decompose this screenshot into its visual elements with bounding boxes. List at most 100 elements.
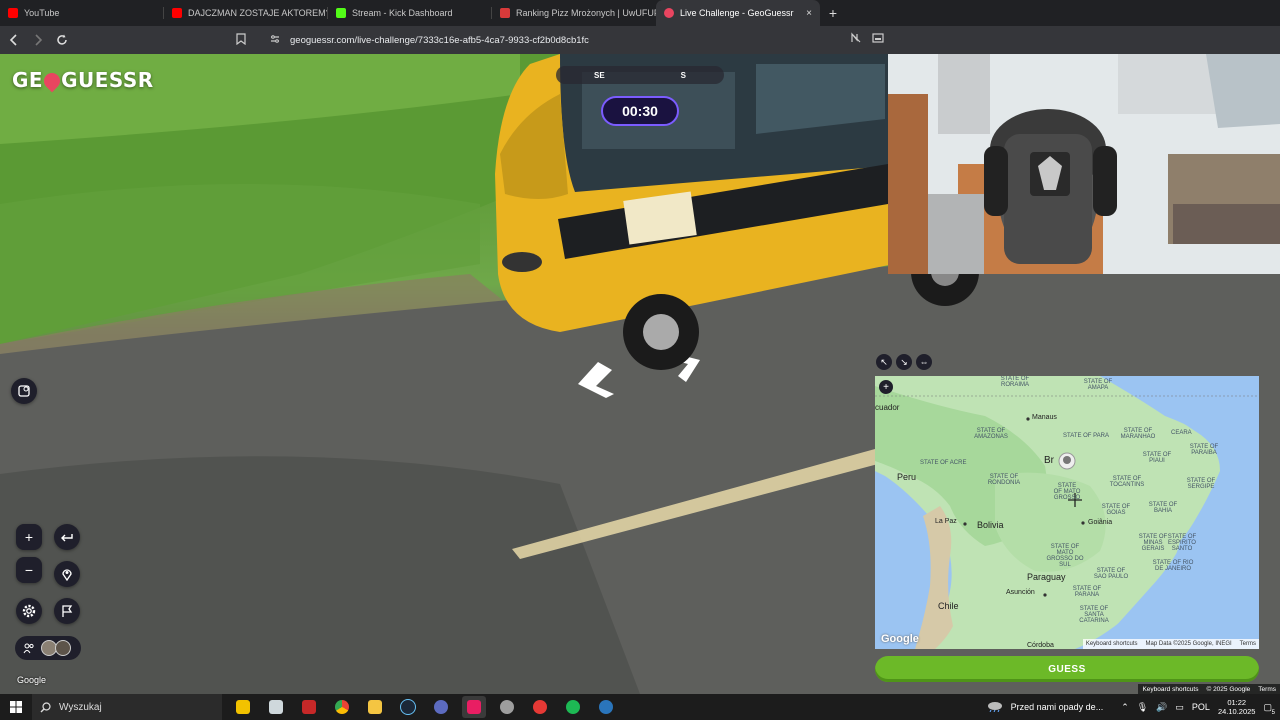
geoguessr-icon	[664, 8, 674, 18]
taskbar-app-spotify[interactable]	[561, 696, 585, 718]
youtube-icon	[172, 8, 182, 18]
close-tab-icon[interactable]: ×	[806, 8, 812, 19]
tab-label: Stream - Kick Dashboard	[352, 8, 453, 18]
weather-text[interactable]: Przed nami opady de...	[1011, 702, 1104, 712]
language-indicator[interactable]: POL	[1192, 702, 1210, 712]
flag-icon	[62, 605, 73, 617]
state-label: STATE OF RORAIMA	[1000, 376, 1030, 388]
taskbar-app-red-circle[interactable]	[528, 696, 552, 718]
zoom-out-button[interactable]: −	[16, 557, 42, 583]
copyright-text: © 2025 Google	[1206, 685, 1251, 693]
terms-link[interactable]: Terms	[1240, 641, 1256, 647]
compass: SE S	[556, 66, 724, 84]
spotify-icon	[566, 700, 580, 714]
state-label: STATE OF AMAPA	[1083, 379, 1113, 391]
guess-map[interactable]: + cuador Manaus Peru Br La Paz Bolivia G…	[875, 376, 1259, 649]
start-button[interactable]	[0, 694, 32, 720]
pin-icon	[40, 69, 64, 93]
taskbar-app-sticky-notes[interactable]	[231, 696, 255, 718]
uwufufu-icon	[500, 8, 510, 18]
state-label: STATE OF PARAIBA	[1189, 444, 1219, 456]
state-label: STATE OF SERGIPE	[1186, 478, 1216, 490]
url-text: geoguessr.com/live-challenge/7333c16e-af…	[290, 34, 589, 46]
taskbar-app-steam-2[interactable]	[594, 696, 618, 718]
shrink-map-icon[interactable]: ↘	[896, 354, 912, 370]
guess-button[interactable]: GUESS	[875, 656, 1259, 682]
state-label: STATE OF ESPIRITO SANTO	[1167, 534, 1197, 552]
expand-map-icon[interactable]: ↖	[876, 354, 892, 370]
steam-icon	[599, 700, 613, 714]
tab-label: DAJCZMAN ZOSTAJE AKTOREM?! *N	[188, 8, 328, 18]
map-label: Asunción	[1006, 589, 1035, 596]
tab-uwufufu[interactable]: Ranking Pizz Mrożonych | UwUFUFU	[492, 0, 656, 26]
flag-button[interactable]	[54, 598, 80, 624]
map-data-text: Map Data ©2025 Google, INEGI	[1145, 641, 1232, 647]
return-to-start-button[interactable]	[54, 561, 80, 587]
tab-youtube-video[interactable]: DAJCZMAN ZOSTAJE AKTOREM?! *N	[164, 0, 328, 26]
taskbar-app-steam[interactable]	[396, 696, 420, 718]
google-watermark: Google	[17, 675, 47, 685]
state-label: STATE OF GOIAS	[1101, 504, 1131, 516]
tracking-off-icon[interactable]	[850, 32, 862, 47]
sticky-notes-icon	[236, 700, 250, 714]
reload-button[interactable]	[52, 30, 72, 50]
zoom-in-button[interactable]: +	[16, 524, 42, 550]
state-label: STATE OF SAO PAULO	[1093, 568, 1129, 580]
kick-icon	[336, 8, 346, 18]
forward-button[interactable]	[28, 30, 48, 50]
chevron-up-icon[interactable]: ⌃	[1121, 702, 1129, 713]
tab-kick[interactable]: Stream - Kick Dashboard	[328, 0, 492, 26]
bookmark-icon[interactable]	[234, 32, 248, 48]
map-google-logo: Google	[881, 633, 919, 645]
back-button[interactable]	[4, 30, 24, 50]
state-label: STATE OF AMAZONAS	[974, 428, 1008, 440]
taskbar-app-chrome[interactable]	[330, 696, 354, 718]
state-label: STATE OF MATO GROSSO	[1053, 483, 1081, 501]
speaker-icon[interactable]: 🔊	[1156, 702, 1167, 713]
map-zoom-in-button[interactable]: +	[879, 380, 893, 394]
map-label: La Paz	[935, 518, 957, 525]
map-size-controls: ↖ ↘ ⇔	[876, 354, 932, 370]
compass-mark: S	[680, 70, 686, 80]
taskbar-app-settings[interactable]	[495, 696, 519, 718]
taskbar-app-pink[interactable]	[462, 696, 486, 718]
address-bar[interactable]: geoguessr.com/live-challenge/7333c16e-af…	[234, 30, 884, 50]
keyboard-shortcuts-link[interactable]: Keyboard shortcuts	[1086, 641, 1138, 647]
keyboard-shortcuts-link[interactable]: Keyboard shortcuts	[1142, 686, 1198, 693]
taskbar-app-red[interactable]	[297, 696, 321, 718]
taskbar-search[interactable]: Wyszukaj	[32, 694, 222, 720]
clock[interactable]: 01:22 24.10.2025	[1218, 698, 1256, 716]
map-land	[875, 376, 1259, 649]
players-button[interactable]	[15, 636, 81, 660]
street-view-panorama[interactable]: GE GUESSR SE S 00:30 + − Google ↖ ↘ ⇔ + …	[0, 54, 1280, 694]
microphone-icon[interactable]: 🎙	[1137, 702, 1148, 713]
app-icon	[467, 700, 481, 714]
tab-geoguessr[interactable]: Live Challenge - GeoGuessr ×	[656, 0, 820, 26]
weather-icon[interactable]	[987, 700, 1003, 714]
site-info-icon[interactable]	[268, 34, 282, 47]
forward-arrow-icon	[35, 34, 43, 46]
display-icon[interactable]: ▭	[1175, 702, 1184, 713]
undo-move-button[interactable]	[54, 524, 80, 550]
pin-map-icon[interactable]: ⇔	[916, 354, 932, 370]
app-icon	[302, 700, 316, 714]
windows-icon	[10, 701, 22, 713]
report-location-button[interactable]	[11, 378, 37, 404]
map-label: Chile	[938, 601, 959, 611]
state-label: STATE OF MATO GROSSO DO SUL	[1046, 544, 1084, 568]
reader-mode-icon[interactable]	[872, 32, 884, 47]
state-label: STATE OF RONDONIA	[987, 474, 1021, 486]
tab-youtube[interactable]: YouTube	[0, 0, 164, 26]
gear-icon	[500, 700, 514, 714]
state-label: STATE OF RIO DE JANEIRO	[1152, 560, 1194, 572]
map-label: Paraguay	[1027, 572, 1066, 582]
taskbar-app-files[interactable]	[264, 696, 288, 718]
settings-button[interactable]	[16, 598, 42, 624]
notification-icon[interactable]: ▢ 5	[1263, 702, 1275, 716]
taskbar-app-explorer[interactable]	[363, 696, 387, 718]
terms-link[interactable]: Terms	[1258, 686, 1276, 693]
map-label: Córdoba	[1027, 642, 1054, 649]
taskbar-app-obs[interactable]	[429, 696, 453, 718]
back-arrow-icon	[9, 34, 17, 46]
new-tab-button[interactable]: +	[820, 0, 846, 26]
